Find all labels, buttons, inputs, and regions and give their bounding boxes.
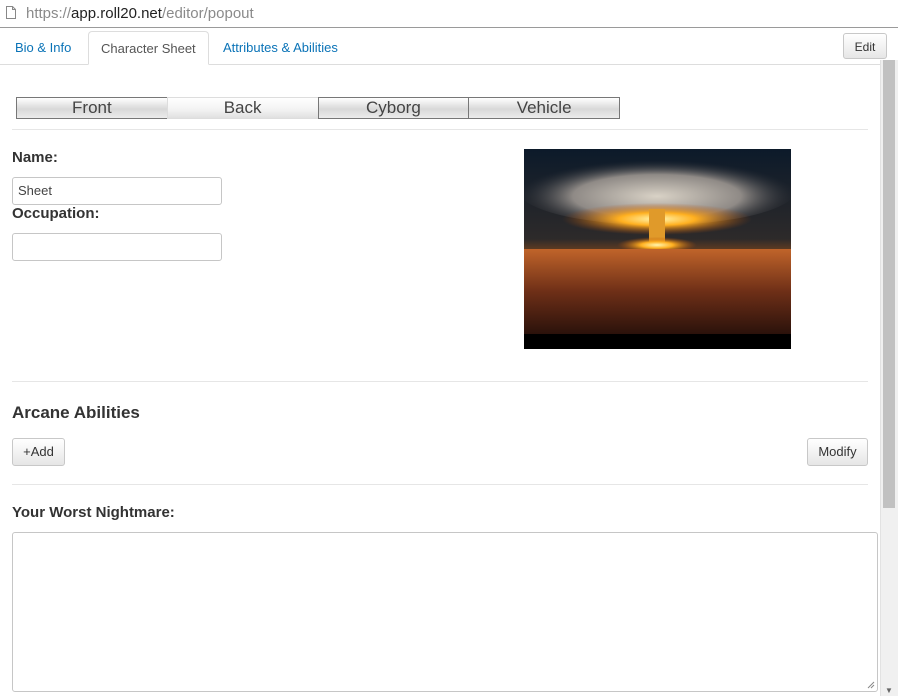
tab-attributes-abilities[interactable]: Attributes & Abilities	[211, 31, 350, 64]
url-protocol: https://	[26, 5, 72, 22]
sheet-tab-vehicle[interactable]: Vehicle	[468, 97, 620, 119]
tab-bio-info[interactable]: Bio & Info	[3, 31, 83, 64]
divider	[12, 129, 868, 130]
mushroom-cloud-image	[524, 149, 791, 349]
tab-character-sheet[interactable]: Character Sheet	[88, 31, 209, 65]
sheet-tab-cyborg[interactable]: Cyborg	[317, 97, 469, 119]
name-input[interactable]: Sheet	[12, 177, 222, 205]
page-icon	[6, 6, 16, 19]
url-host: app.roll20.net	[71, 5, 162, 22]
edit-button[interactable]: Edit	[843, 33, 887, 59]
occupation-label: Occupation:	[12, 205, 100, 222]
add-ability-button[interactable]: +Add	[12, 438, 65, 466]
occupation-input[interactable]	[12, 233, 222, 261]
arcane-abilities-heading: Arcane Abilities	[12, 403, 140, 422]
scrollbar-thumb[interactable]	[883, 60, 895, 508]
url-text: https://app.roll20.net/editor/popout	[26, 0, 254, 27]
modify-abilities-button[interactable]: Modify	[807, 438, 868, 466]
address-bar[interactable]: https://app.roll20.net/editor/popout	[0, 0, 898, 28]
nightmare-label: Your Worst Nightmare:	[12, 504, 175, 521]
resize-handle-icon[interactable]	[867, 681, 875, 689]
scroll-down-icon[interactable]: ▼	[884, 686, 894, 696]
sheet-tab-back[interactable]: Back	[166, 97, 318, 119]
divider	[12, 381, 868, 382]
nightmare-textarea[interactable]	[12, 532, 878, 692]
url-path: /editor/popout	[161, 5, 254, 22]
character-portrait	[524, 149, 791, 349]
sheet-tab-front[interactable]: Front	[16, 97, 167, 119]
divider	[12, 484, 868, 485]
character-tabs: Bio & Info Character Sheet Attributes & …	[0, 28, 880, 65]
name-label: Name:	[12, 149, 58, 166]
sheet-page-tabs: Front Back Cyborg Vehicle	[16, 97, 620, 119]
